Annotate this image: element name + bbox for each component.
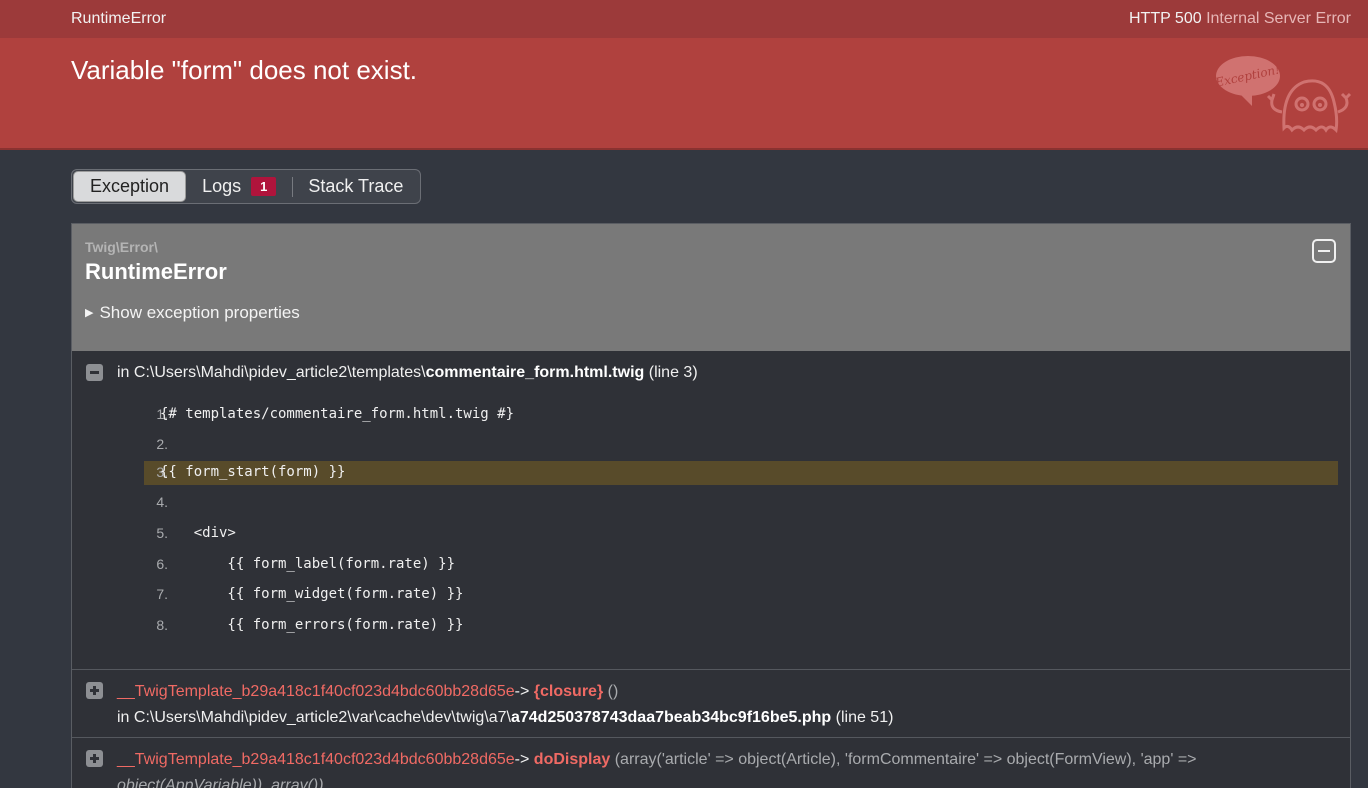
trace-args: () xyxy=(607,683,619,700)
exception-banner: Variable "form" does not exist. Exceptio… xyxy=(0,38,1368,150)
trace-arrow: -> xyxy=(514,683,530,700)
trace-class: __TwigTemplate_b29a418c1f40cf023d4bdc60b… xyxy=(117,751,515,768)
show-props-label: Show exception properties xyxy=(99,303,300,322)
file-path-prefix: in C:\Users\Mahdi\pidev_article2\var\cac… xyxy=(117,709,511,726)
trace-item: __TwigTemplate_b29a418c1f40cf023d4bdc60b… xyxy=(72,669,1350,737)
code-line: 7. {{ form_widget(form.rate) }} xyxy=(148,583,1338,607)
trace-file-line: in C:\Users\Mahdi\pidev_article2\templat… xyxy=(117,364,698,382)
code-line: 4. xyxy=(148,491,1338,515)
tab-logs[interactable]: Logs 1 xyxy=(186,171,292,202)
ghost-exception-icon: Exception! xyxy=(1213,56,1352,134)
line-source: {{ form_errors(form.rate) }} xyxy=(160,617,464,633)
file-name: a74d250378743daa7beab34bc9f16be5.php xyxy=(510,709,832,726)
trace-call: __TwigTemplate_b29a418c1f40cf023d4bdc60b… xyxy=(117,683,618,701)
code-line: 5. <div> xyxy=(148,522,1338,546)
trace-arrow: -> xyxy=(514,751,530,768)
code-line: 8. {{ form_errors(form.rate) }} xyxy=(148,614,1338,638)
line-number: 2. xyxy=(156,436,168,452)
tab-stack-trace[interactable]: Stack Trace xyxy=(292,171,419,202)
minus-square-icon[interactable] xyxy=(86,364,103,381)
line-source: <div> xyxy=(160,525,236,541)
trace-file-line: in C:\Users\Mahdi\pidev_article2\var\cac… xyxy=(117,709,893,727)
show-exception-properties-toggle[interactable]: ▶ Show exception properties xyxy=(85,303,300,323)
exception-namespace: Twig\Error\ xyxy=(85,239,158,255)
code-line: 2. xyxy=(148,433,1338,457)
tab-stack-trace-label: Stack Trace xyxy=(308,176,404,196)
status-text: Internal Server Error xyxy=(1206,10,1351,27)
exception-class: RuntimeError xyxy=(85,259,227,284)
http-status: HTTP 500 Internal Server Error xyxy=(1129,10,1351,28)
line-source: {{ form_label(form.rate) }} xyxy=(160,556,456,572)
trace-args: (array('article' => object(Article), 'fo… xyxy=(614,751,1197,768)
collapse-icon[interactable] xyxy=(1312,239,1336,263)
file-path-prefix: in C:\Users\Mahdi\pidev_article2\templat… xyxy=(117,364,426,381)
exception-class-title: RuntimeError xyxy=(71,10,167,27)
trace-function: doDisplay xyxy=(533,751,611,768)
status-code: HTTP 500 xyxy=(1128,10,1202,27)
exception-message: Variable "form" does not exist. xyxy=(71,55,418,85)
trace-function: {closure} xyxy=(533,683,604,700)
code-line: 6. {{ form_label(form.rate) }} xyxy=(148,553,1338,577)
plus-square-icon[interactable] xyxy=(86,682,103,699)
plus-square-icon[interactable] xyxy=(86,750,103,767)
line-source: {{ form_widget(form.rate) }} xyxy=(160,586,464,602)
trace-item-main: in C:\Users\Mahdi\pidev_article2\templat… xyxy=(72,351,1350,669)
line-number: 4. xyxy=(156,494,168,510)
tab-exception-label: Exception xyxy=(90,176,170,196)
tab-exception[interactable]: Exception xyxy=(73,171,187,202)
line-source: {# templates/commentaire_form.html.twig … xyxy=(160,406,515,422)
triangle-right-icon: ▶ xyxy=(85,307,94,319)
file-line-number: (line 51) xyxy=(835,709,894,726)
line-source: {{ form_start(form) }} xyxy=(160,464,346,480)
file-line-number: (line 3) xyxy=(648,364,698,381)
top-header-bar: RuntimeError HTTP 500 Internal Server Er… xyxy=(0,0,1368,38)
code-line: 1. {# templates/commentaire_form.html.twi… xyxy=(148,403,1338,427)
trace-args-continued: object(AppVariable)), array()) xyxy=(117,777,324,788)
file-name: commentaire_form.html.twig xyxy=(425,364,645,381)
trace-call: __TwigTemplate_b29a418c1f40cf023d4bdc60b… xyxy=(117,751,1197,769)
trace-class: __TwigTemplate_b29a418c1f40cf023d4bdc60b… xyxy=(117,683,515,700)
exception-header: Twig\Error\ RuntimeError ▶ Show exception… xyxy=(72,224,1350,351)
code-line-highlighted: 3.{{ form_start(form) }} xyxy=(144,461,1338,485)
trace-panel: Twig\Error\ RuntimeError ▶ Show exception… xyxy=(71,223,1351,788)
tab-bar: Exception Logs 1 Stack Trace xyxy=(71,169,422,204)
tab-logs-label: Logs xyxy=(202,176,242,196)
logs-count-badge: 1 xyxy=(251,177,277,196)
trace-item: __TwigTemplate_b29a418c1f40cf023d4bdc60b… xyxy=(72,737,1350,788)
